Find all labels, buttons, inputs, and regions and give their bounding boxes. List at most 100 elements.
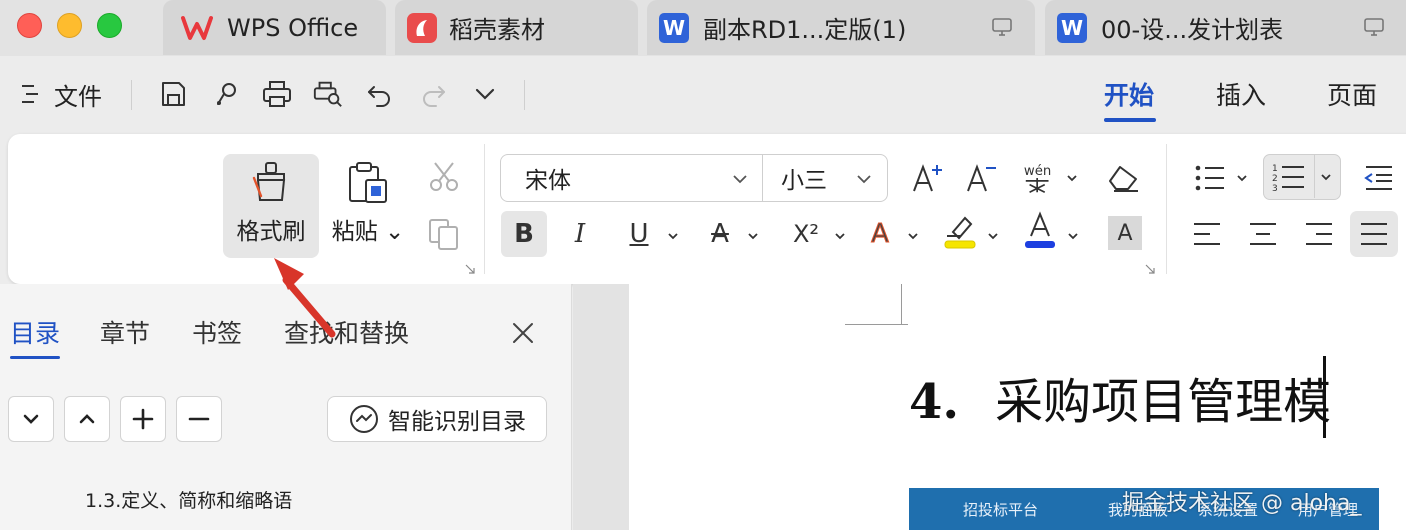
tab-document-rd1[interactable]: W 副本RD1...定版(1) xyxy=(647,0,1035,55)
title-bar: WPS Office 稻壳素材 W 副本RD1...定版(1) W 00-设..… xyxy=(0,0,1406,56)
document-heading[interactable]: 4. 采购项目管理模 xyxy=(909,362,1331,432)
file-menu-button[interactable]: 文件 xyxy=(20,78,102,111)
text-effect-button[interactable]: A xyxy=(862,216,898,252)
window-minimize-button[interactable] xyxy=(57,13,82,38)
format-painter-icon xyxy=(252,162,286,201)
chevron-down-icon[interactable] xyxy=(747,230,759,242)
word-doc-icon: W xyxy=(1057,12,1087,43)
chevron-down-icon[interactable] xyxy=(1067,230,1079,242)
collapse-button[interactable] xyxy=(8,396,54,442)
divider xyxy=(131,80,132,110)
tab-page[interactable]: 页面 xyxy=(1327,76,1377,112)
tab-insert[interactable]: 插入 xyxy=(1216,76,1266,112)
tab-daoke-material[interactable]: 稻壳素材 xyxy=(395,0,638,55)
italic-button[interactable]: I xyxy=(562,216,598,252)
print-preview-icon[interactable] xyxy=(312,78,344,110)
watermark: 掘金技术社区 @ aloha_ xyxy=(1122,491,1362,516)
print-icon[interactable] xyxy=(261,78,293,110)
ribbon-panel: 格式刷 粘贴 ⌄ 宋体 小三 wén B I U A X² A A 1 2 3 xyxy=(8,134,1406,284)
group-divider xyxy=(1166,144,1167,274)
tab-label: WPS Office xyxy=(227,13,359,42)
tab-chapters[interactable]: 章节 xyxy=(100,314,150,350)
paste-label: 粘贴 ⌄ xyxy=(331,219,405,245)
increase-font-size-icon[interactable] xyxy=(910,160,946,196)
tab-toc[interactable]: 目录 xyxy=(10,314,60,350)
smart-recognize-icon xyxy=(350,405,378,433)
tab-home[interactable]: 开始 xyxy=(1104,76,1154,112)
tab-bookmarks[interactable]: 书签 xyxy=(192,314,242,350)
divider xyxy=(524,80,525,110)
minus-icon xyxy=(188,417,210,421)
heading-text: 采购项目管理模 xyxy=(995,374,1332,430)
expand-button[interactable] xyxy=(64,396,110,442)
font-color-icon[interactable] xyxy=(1023,211,1059,248)
monitor-icon xyxy=(992,18,1012,36)
paste-button[interactable]: 粘贴 ⌄ xyxy=(328,154,408,258)
tab-label: 00-设...发计划表 xyxy=(1101,16,1284,44)
clear-formatting-eraser-icon[interactable] xyxy=(1106,160,1142,196)
dialog-launcher-icon[interactable] xyxy=(1145,264,1155,274)
annotation-arrow-icon xyxy=(274,258,336,338)
chevron-down-icon[interactable] xyxy=(987,230,999,242)
active-tab-indicator xyxy=(10,356,60,359)
format-painter-button[interactable]: 格式刷 xyxy=(223,154,319,258)
monitor-icon xyxy=(1364,18,1384,36)
chevron-down-icon xyxy=(857,175,871,184)
decrease-indent-icon[interactable] xyxy=(1360,160,1396,196)
underline-button[interactable]: U xyxy=(621,216,657,252)
bullet-list-icon[interactable] xyxy=(1192,160,1228,196)
chevron-down-icon[interactable] xyxy=(1236,172,1248,184)
quick-access-bar: 文件 开始 插入 页面 xyxy=(0,56,1406,134)
chevron-down-icon[interactable] xyxy=(834,230,846,242)
superscript-button[interactable]: X² xyxy=(784,216,828,252)
chevron-down-icon[interactable] xyxy=(907,230,919,242)
wps-logo-icon xyxy=(181,15,213,40)
numbered-list-split-button[interactable]: 123 xyxy=(1263,154,1341,200)
nav-bar-item: 招投标平台 xyxy=(963,500,1039,519)
align-center-icon[interactable] xyxy=(1245,216,1281,252)
convert-icon[interactable] xyxy=(211,78,243,110)
svg-text:3: 3 xyxy=(1272,184,1278,192)
chevron-down-icon xyxy=(23,414,39,424)
chevron-down-icon xyxy=(733,175,747,184)
hamburger-menu-icon xyxy=(22,85,38,103)
tab-label: 稻壳素材 xyxy=(449,16,545,44)
align-right-icon[interactable] xyxy=(1301,216,1337,252)
save-icon[interactable] xyxy=(157,78,189,110)
chevron-down-icon[interactable] xyxy=(667,230,679,242)
character-shading-button[interactable]: A xyxy=(1108,216,1142,250)
chevron-down-icon[interactable] xyxy=(1066,172,1078,184)
tab-label: 副本RD1...定版(1) xyxy=(703,16,907,44)
smart-toc-button[interactable]: 智能识别目录 xyxy=(327,396,547,442)
close-icon[interactable] xyxy=(508,318,538,348)
align-left-icon[interactable] xyxy=(1189,216,1225,252)
dialog-launcher-icon[interactable] xyxy=(465,264,475,274)
cut-scissors-icon[interactable] xyxy=(426,158,462,194)
numbered-list-icon: 123 xyxy=(1272,164,1304,192)
format-painter-label: 格式刷 xyxy=(236,219,306,245)
copy-icon[interactable] xyxy=(426,216,462,252)
tab-wps-office[interactable]: WPS Office xyxy=(163,0,386,55)
justify-icon[interactable] xyxy=(1350,211,1398,257)
highlight-pen-icon[interactable] xyxy=(943,212,979,249)
heading-number: 4. xyxy=(909,374,960,430)
more-chevron-down-icon[interactable] xyxy=(469,78,501,110)
toc-item[interactable]: 1.3.定义、简称和缩略语 xyxy=(85,486,292,513)
tab-document-plan[interactable]: W 00-设...发计划表 xyxy=(1045,0,1406,55)
bold-button[interactable]: B xyxy=(501,211,547,257)
font-name-dropdown[interactable]: 宋体 xyxy=(501,155,763,201)
font-size-dropdown[interactable]: 小三 xyxy=(763,155,887,201)
redo-icon[interactable] xyxy=(417,78,449,110)
add-heading-button[interactable] xyxy=(120,396,166,442)
phonetic-guide-icon[interactable]: wén xyxy=(1022,160,1058,196)
window-zoom-button[interactable] xyxy=(97,13,122,38)
window-close-button[interactable] xyxy=(17,13,42,38)
remove-heading-button[interactable] xyxy=(176,396,222,442)
decrease-font-size-icon[interactable] xyxy=(964,160,1000,196)
daoke-logo-icon xyxy=(407,12,437,43)
font-size-value: 小三 xyxy=(781,168,827,194)
undo-icon[interactable] xyxy=(364,78,396,110)
margin-marker xyxy=(901,284,902,324)
smart-toc-label: 智能识别目录 xyxy=(388,409,526,435)
strikethrough-button[interactable]: A xyxy=(702,216,738,252)
